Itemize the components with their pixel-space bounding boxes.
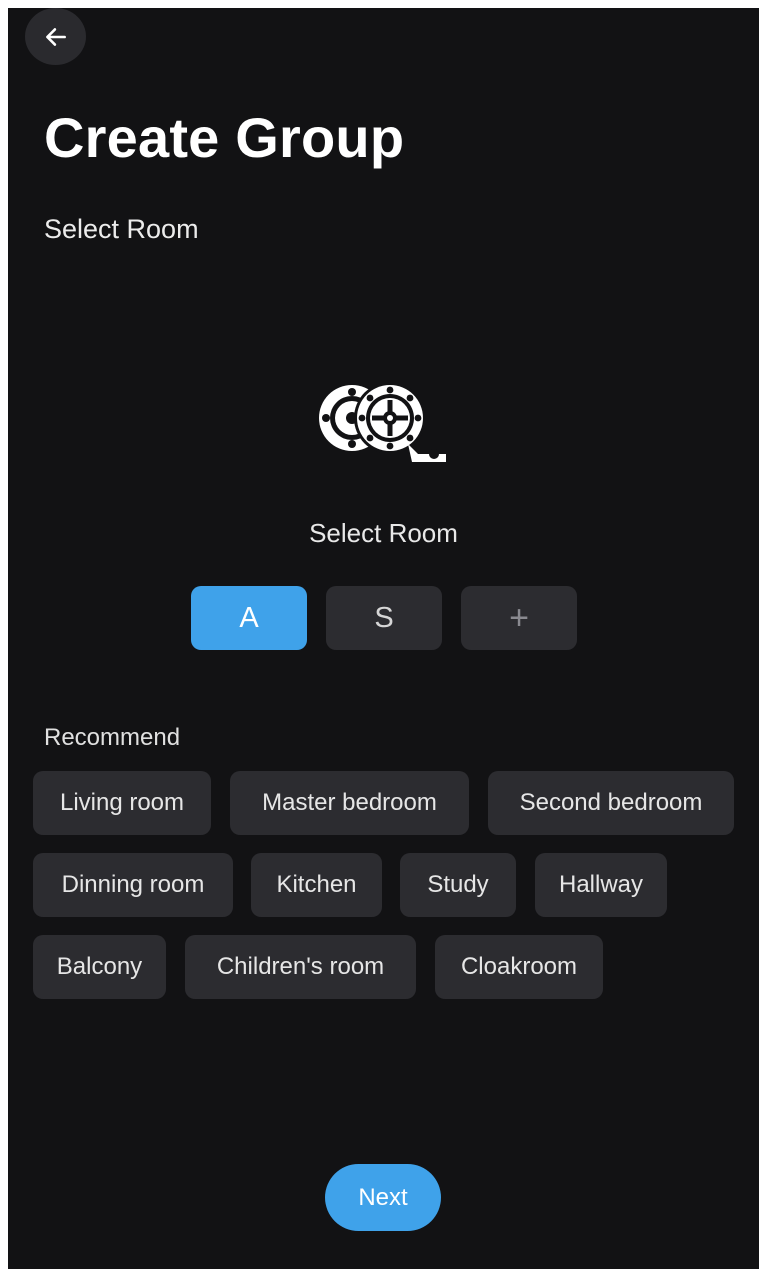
chip-study[interactable]: Study bbox=[400, 853, 516, 917]
chip-kitchen[interactable]: Kitchen bbox=[251, 853, 382, 917]
room-tab-a[interactable]: A bbox=[191, 586, 307, 650]
create-group-screen: Create Group Select Room Select Room A S bbox=[8, 8, 759, 1269]
chip-master-bedroom[interactable]: Master bedroom bbox=[230, 771, 469, 835]
chip-living-room[interactable]: Living room bbox=[33, 771, 211, 835]
room-tabs: A S + bbox=[191, 586, 577, 650]
select-room-label: Select Room bbox=[309, 518, 458, 548]
arrow-left-icon bbox=[45, 27, 66, 46]
chip-second-bedroom[interactable]: Second bedroom bbox=[488, 771, 734, 835]
room-tab-s[interactable]: S bbox=[326, 586, 442, 650]
back-button[interactable] bbox=[25, 8, 86, 65]
chip-childrens-room[interactable]: Children's room bbox=[185, 935, 416, 999]
page-title: Create Group bbox=[44, 106, 405, 169]
chip-hallway[interactable]: Hallway bbox=[535, 853, 667, 917]
film-reel-icon bbox=[319, 382, 446, 462]
add-room-button[interactable]: + bbox=[461, 586, 577, 650]
chip-balcony[interactable]: Balcony bbox=[33, 935, 166, 999]
chip-cloakroom[interactable]: Cloakroom bbox=[435, 935, 603, 999]
next-button[interactable]: Next bbox=[325, 1164, 441, 1231]
chip-dinning-room[interactable]: Dinning room bbox=[33, 853, 233, 917]
recommend-label: Recommend bbox=[44, 724, 181, 751]
page-subtitle: Select Room bbox=[44, 214, 199, 244]
